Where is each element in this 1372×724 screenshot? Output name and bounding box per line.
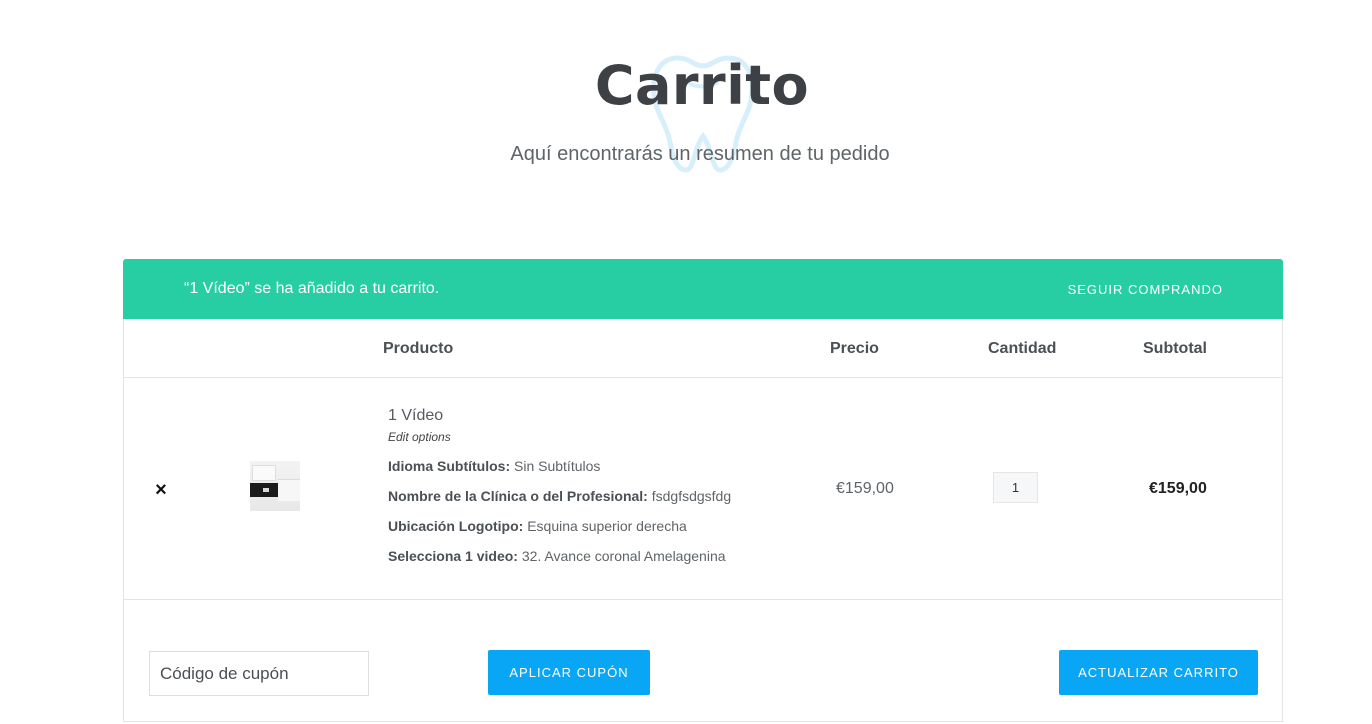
product-option-label: Selecciona 1 video:: [388, 548, 518, 564]
product-option-value: Sin Subtítulos: [514, 458, 601, 474]
product-name-link[interactable]: 1 Vídeo: [388, 404, 443, 428]
product-thumbnail[interactable]: [250, 461, 300, 511]
product-option: Ubicación Logotipo: Esquina superior der…: [388, 516, 808, 546]
product-option-label: Ubicación Logotipo:: [388, 518, 524, 534]
cart-table: Producto Precio Cantidad Subtotal × 1 Ví…: [123, 319, 1283, 722]
product-option: Selecciona 1 video: 32. Avance coronal A…: [388, 546, 808, 576]
cart-table-header: Producto Precio Cantidad Subtotal: [124, 319, 1282, 378]
thumbnail-box-top: [252, 465, 276, 481]
apply-coupon-button[interactable]: APLICAR CUPÓN: [488, 650, 650, 695]
thumbnail-box-dark: [250, 483, 278, 497]
continue-shopping-link[interactable]: SEGUIR COMPRANDO: [1068, 282, 1223, 297]
column-header-quantity: Cantidad: [988, 340, 1057, 357]
product-option: Nombre de la Clínica o del Profesional: …: [388, 486, 808, 516]
quantity-input[interactable]: [993, 472, 1038, 503]
cart-item-row: × 1 Vídeo Edit options Idioma Subtítulos…: [124, 378, 1282, 600]
page-title: Carrito: [594, 54, 810, 117]
product-option-value: Esquina superior derecha: [527, 518, 687, 534]
update-cart-button[interactable]: ACTUALIZAR CARRITO: [1059, 650, 1258, 695]
product-options-list: Idioma Subtítulos: Sin Subtítulos Nombre…: [388, 456, 808, 576]
edit-options-link[interactable]: Edit options: [388, 428, 808, 446]
item-price: €159,00: [836, 480, 894, 497]
page-header: Carrito Aquí encontrarás un resumen de t…: [0, 0, 1372, 200]
cart-notice-message: “1 Vídeo” se ha añadido a tu carrito.: [184, 280, 440, 297]
product-option-value: fsdgfsdgsfdg: [651, 488, 732, 504]
page-subtitle: Aquí encontrarás un resumen de tu pedido: [510, 143, 890, 165]
column-header-price: Precio: [830, 340, 879, 357]
item-subtotal: €159,00: [1149, 480, 1207, 497]
product-option-label: Nombre de la Clínica o del Profesional:: [388, 488, 648, 504]
product-option-value: 32. Avance coronal Amelagenina: [521, 548, 726, 564]
thumbnail-box-light: [278, 479, 300, 501]
coupon-code-input[interactable]: [149, 651, 369, 696]
cart-actions: APLICAR CUPÓN ACTUALIZAR CARRITO: [124, 600, 1282, 721]
cart-notice-banner: “1 Vídeo” se ha añadido a tu carrito. SE…: [123, 259, 1283, 319]
product-details: 1 Vídeo Edit options Idioma Subtítulos: …: [388, 404, 808, 576]
product-option-label: Idioma Subtítulos:: [388, 458, 511, 474]
column-header-subtotal: Subtotal: [1143, 340, 1207, 357]
column-header-product: Producto: [383, 340, 454, 357]
remove-item-icon[interactable]: ×: [154, 479, 168, 501]
product-option: Idioma Subtítulos: Sin Subtítulos: [388, 456, 808, 486]
